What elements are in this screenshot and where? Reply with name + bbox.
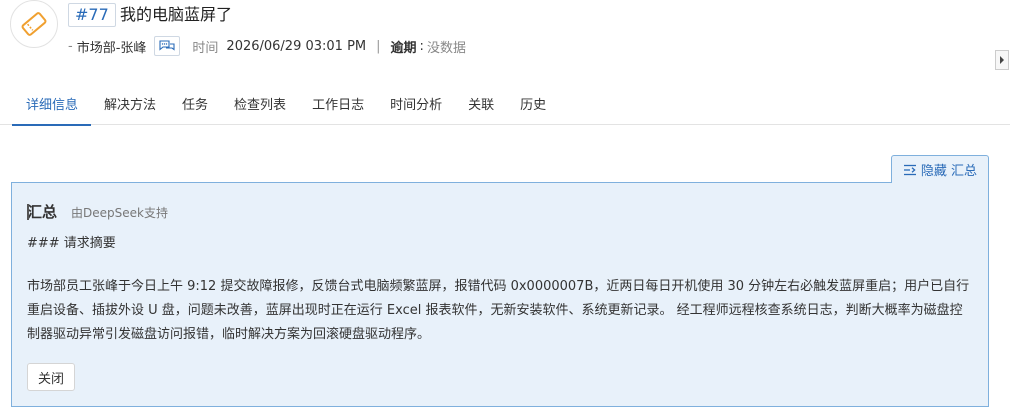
tab-tasks[interactable]: 任务 (169, 92, 221, 125)
due-colon: : (419, 38, 424, 54)
summary-title: 汇总 (27, 203, 58, 221)
close-summary-button[interactable]: 关闭 (27, 363, 75, 391)
due-value: 没数据 (426, 40, 466, 56)
chat-bubbles-icon (159, 40, 175, 51)
ticket-icon (10, 0, 58, 48)
summary-panel: 汇总 由DeepSeek支持 ### 请求摘要 市场部员工张峰于今日上午 9:1… (11, 182, 989, 407)
tab-time-analysis[interactable]: 时间分析 (377, 92, 455, 125)
requester-name[interactable]: 市场部-张峰 (77, 37, 147, 56)
tab-details[interactable]: 详细信息 (12, 92, 92, 126)
hide-summary-label: 隐藏 汇总 (920, 164, 978, 179)
time-label: 时间 (192, 40, 219, 56)
time-value: 2026/06/29 03:01 PM (226, 38, 367, 54)
scroll-right-button[interactable] (995, 50, 1009, 70)
tab-checklist[interactable]: 检查列表 (221, 92, 299, 125)
tab-history[interactable]: 历史 (507, 92, 559, 125)
summary-header: 汇总 由DeepSeek支持 (27, 201, 168, 222)
collapse-list-icon (903, 164, 916, 175)
ticket-tabs: 详细信息 解决方法 任务 检查列表 工作日志 时间分析 关联 历史 (0, 92, 1010, 126)
ticket-meta: - 市场部-张峰 时间 2026/06/29 03:01 PM | 逾期 : 没… (68, 36, 466, 56)
tab-worklog[interactable]: 工作日志 (299, 92, 377, 125)
conversation-button[interactable] (154, 36, 181, 56)
meta-dash: - (68, 38, 73, 54)
ticket-id-badge[interactable]: #77 (68, 3, 116, 27)
text-cursor (27, 204, 29, 220)
due-label: 逾期 (390, 40, 417, 56)
ticket-title: 我的电脑蓝屏了 (120, 5, 233, 24)
ticket-header: #77 我的电脑蓝屏了 - 市场部-张峰 时间 2026/06/29 03:01… (0, 0, 1010, 90)
summary-subheading: ### 请求摘要 (27, 236, 116, 251)
tab-solution[interactable]: 解决方法 (91, 92, 169, 125)
hide-summary-button[interactable]: 隐藏 汇总 (891, 155, 989, 183)
tab-associations[interactable]: 关联 (455, 92, 507, 125)
summary-body: 市场部员工张峰于今日上午 9:12 提交故障报修，反馈台式电脑频繁蓝屏，报错代码… (27, 279, 970, 342)
caret-right-icon (1000, 56, 1004, 64)
summary-source: 由DeepSeek支持 (71, 206, 168, 220)
meta-separator: | (376, 38, 381, 54)
